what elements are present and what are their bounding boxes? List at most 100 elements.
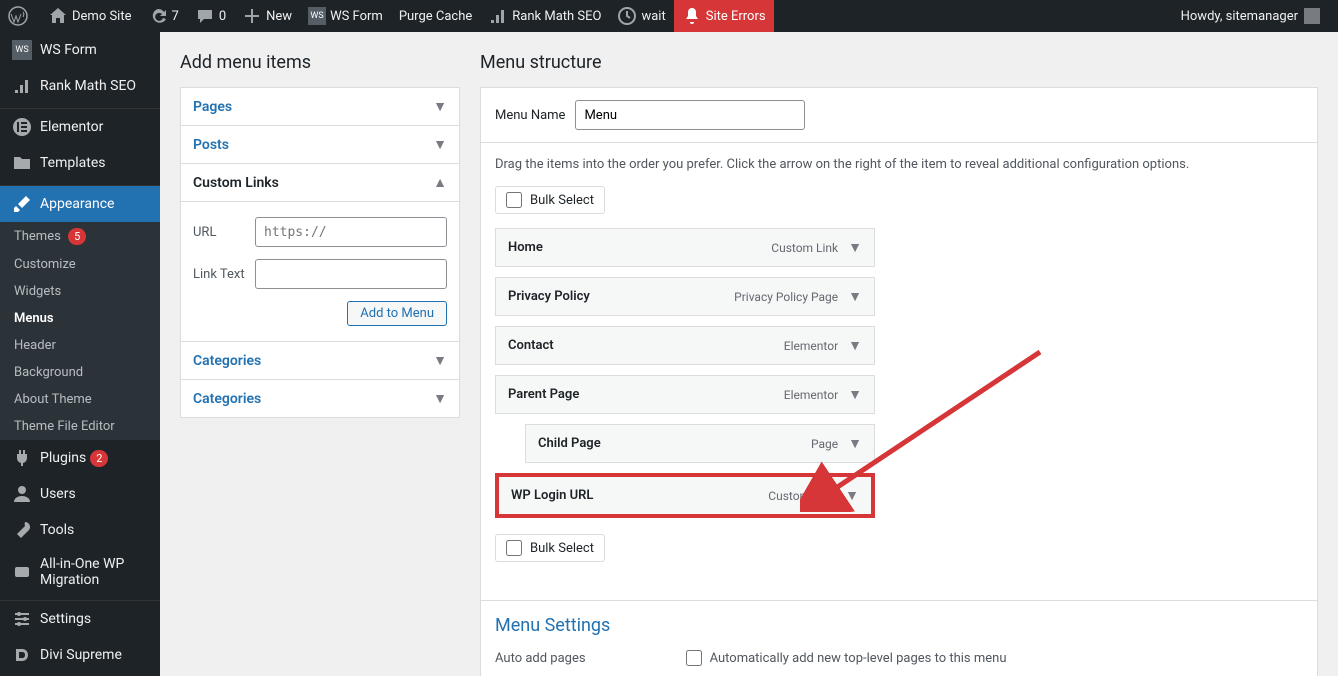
- menu-item-title: Parent Page: [508, 387, 579, 402]
- accordion-categories-1[interactable]: Categories▼: [181, 342, 459, 380]
- add-items-heading: Add menu items: [180, 52, 460, 73]
- chevron-down-icon: ▼: [433, 136, 447, 153]
- accordion-pages[interactable]: Pages▼: [181, 88, 459, 126]
- menu-item-bar[interactable]: ContactElementor▼: [495, 326, 875, 365]
- wsform-icon: WS: [12, 40, 32, 60]
- chevron-down-icon[interactable]: ▼: [848, 239, 862, 256]
- accordion-categories-2[interactable]: Categories▼: [181, 380, 459, 417]
- submenu-background[interactable]: Background: [0, 359, 160, 386]
- menu-settings-heading: Menu Settings: [495, 615, 1303, 636]
- add-to-menu-button[interactable]: Add to Menu: [347, 301, 447, 326]
- wsform-link[interactable]: WSWS Form: [300, 0, 391, 32]
- chevron-down-icon: ▼: [433, 98, 447, 115]
- bell-icon: [682, 6, 702, 26]
- comments-link[interactable]: 0: [187, 0, 234, 32]
- menu-item-bar[interactable]: Child PagePage▼: [525, 424, 875, 463]
- submenu-themes[interactable]: Themes 5: [0, 222, 160, 251]
- menu-structure-column: Menu structure Menu Name Drag the items …: [480, 42, 1318, 676]
- menu-item-type: Custom Link: [771, 241, 838, 255]
- sidebar-item-plugins[interactable]: Plugins 2: [0, 440, 160, 476]
- accordion-custom-links[interactable]: Custom Links▲: [181, 164, 459, 202]
- bulk-select-top[interactable]: Bulk Select: [495, 186, 605, 214]
- sidebar-item-elementor[interactable]: Elementor: [0, 109, 160, 145]
- plus-icon: [242, 6, 262, 26]
- rankmath-link[interactable]: Rank Math SEO: [480, 0, 609, 32]
- auto-add-option[interactable]: Automatically add new top-level pages to…: [686, 650, 1007, 666]
- elementor-icon: [12, 117, 32, 137]
- menu-item-title: Contact: [508, 338, 554, 353]
- accordion-posts[interactable]: Posts▼: [181, 126, 459, 164]
- menu-item-title: Child Page: [538, 436, 601, 451]
- divi-icon: [12, 645, 32, 665]
- menu-structure-heading: Menu structure: [480, 52, 1318, 73]
- menu-item-title: Privacy Policy: [508, 289, 590, 304]
- add-menu-items-column: Add menu items Pages▼ Posts▼ Custom Link…: [180, 42, 460, 676]
- avatar: [1304, 8, 1320, 24]
- menu-item-bar[interactable]: Parent Page Elementor ▼: [495, 375, 875, 414]
- menu-item-type: Custom Link: [768, 489, 835, 503]
- sidebar-item-appearance[interactable]: Appearance: [0, 186, 160, 222]
- wait-link[interactable]: wait: [609, 0, 673, 32]
- brush-icon: [12, 194, 32, 214]
- menu-name-label: Menu Name: [495, 108, 565, 123]
- menu-item-bar[interactable]: Home Custom Link ▼: [495, 228, 875, 267]
- wrench-icon: [12, 520, 32, 540]
- menu-item-bar[interactable]: Privacy Policy Privacy Policy Page ▼: [495, 277, 875, 316]
- wordpress-icon: [8, 6, 28, 26]
- drag-instructions: Drag the items into the order you prefer…: [495, 157, 1303, 172]
- chevron-down-icon: ▼: [433, 352, 447, 369]
- appearance-submenu: Themes 5 Customize Widgets Menus Header …: [0, 222, 160, 440]
- account-link[interactable]: Howdy, sitemanager: [1173, 0, 1328, 32]
- menu-item-title: WP Login URL: [511, 488, 593, 503]
- bulk-select-checkbox[interactable]: [506, 192, 522, 208]
- plugins-badge: 2: [90, 450, 108, 467]
- chart-icon: [488, 6, 508, 26]
- menu-item-bar[interactable]: WP Login URL Custom Link ▼: [495, 473, 875, 518]
- chevron-down-icon[interactable]: ▼: [848, 435, 862, 452]
- purge-cache-link[interactable]: Purge Cache: [391, 0, 480, 32]
- sidebar-item-wsform[interactable]: WSWS Form: [0, 32, 160, 68]
- wsform-icon: WS: [308, 7, 326, 25]
- sidebar-item-aio[interactable]: All-in-One WP Migration: [0, 548, 160, 596]
- new-link[interactable]: New: [234, 0, 300, 32]
- sidebar-item-tools[interactable]: Tools: [0, 512, 160, 548]
- user-icon: [12, 484, 32, 504]
- sidebar-item-users[interactable]: Users: [0, 476, 160, 512]
- chevron-down-icon[interactable]: ▼: [848, 337, 862, 354]
- bulk-select-bottom[interactable]: Bulk Select: [495, 534, 605, 562]
- submenu-about[interactable]: About Theme: [0, 386, 160, 413]
- sidebar-item-divi[interactable]: Divi Supreme: [0, 637, 160, 673]
- submenu-header[interactable]: Header: [0, 332, 160, 359]
- menu-item-type: Elementor: [784, 388, 838, 402]
- submenu-editor[interactable]: Theme File Editor: [0, 413, 160, 440]
- chevron-down-icon[interactable]: ▼: [845, 487, 859, 504]
- site-link[interactable]: Demo Site: [40, 0, 140, 32]
- wp-logo[interactable]: [0, 0, 40, 32]
- custom-links-body: URL Link Text Add to Menu: [181, 202, 459, 342]
- themes-badge: 5: [68, 228, 86, 245]
- submenu-menus[interactable]: Menus: [0, 305, 160, 332]
- sliders-icon: [12, 609, 32, 629]
- menu-item-type: Privacy Policy Page: [734, 290, 838, 304]
- site-errors-link[interactable]: Site Errors: [674, 0, 774, 32]
- bulk-select-checkbox[interactable]: [506, 540, 522, 556]
- sidebar-item-templates[interactable]: Templates: [0, 145, 160, 181]
- updates-link[interactable]: 7: [140, 0, 187, 32]
- main-content: Add menu items Pages▼ Posts▼ Custom Link…: [160, 32, 1338, 676]
- sidebar-item-rankmath[interactable]: Rank Math SEO: [0, 68, 160, 104]
- sidebar-item-settings[interactable]: Settings: [0, 601, 160, 637]
- submenu-customize[interactable]: Customize: [0, 251, 160, 278]
- migration-icon: [12, 562, 32, 582]
- chevron-up-icon: ▲: [433, 174, 447, 191]
- chevron-down-icon[interactable]: ▼: [848, 288, 862, 305]
- auto-add-label: Auto add pages: [495, 651, 586, 666]
- chart-icon: [12, 76, 32, 96]
- menu-item-title: Home: [508, 240, 543, 255]
- menu-name-input[interactable]: [575, 100, 805, 130]
- auto-add-checkbox[interactable]: [686, 650, 702, 666]
- submenu-widgets[interactable]: Widgets: [0, 278, 160, 305]
- linktext-input[interactable]: [255, 259, 447, 289]
- home-icon: [48, 6, 68, 26]
- chevron-down-icon[interactable]: ▼: [848, 386, 862, 403]
- url-input[interactable]: [255, 217, 447, 247]
